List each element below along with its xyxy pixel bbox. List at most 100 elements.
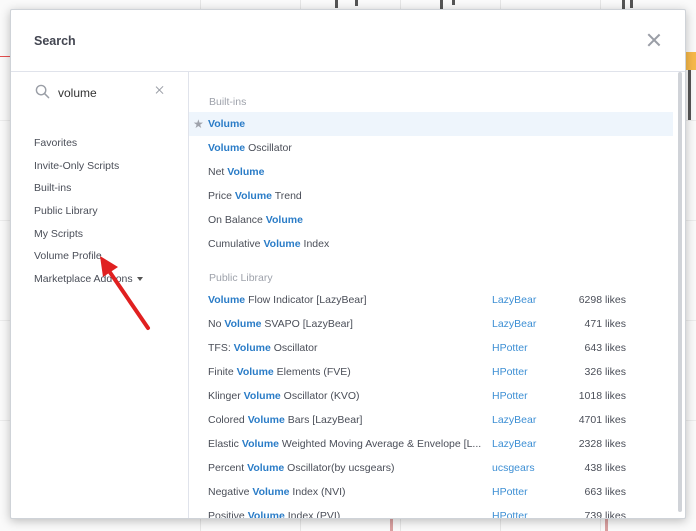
- search-input[interactable]: [58, 82, 153, 104]
- result-name-suffix: Oscillator(by ucsgears): [284, 462, 395, 474]
- result-author-link[interactable]: HPotter: [492, 390, 528, 402]
- result-likes: 6298 likes: [578, 294, 626, 306]
- result-name-match: Volume: [236, 366, 274, 378]
- favorite-star-icon[interactable]: ★: [193, 117, 204, 131]
- result-name-prefix: On Balance: [208, 214, 266, 226]
- result-name-prefix: Positive: [208, 510, 248, 519]
- section-header-public-library: Public Library: [209, 272, 273, 284]
- category-favorites[interactable]: Favorites: [34, 137, 77, 149]
- result-name-prefix: Percent: [208, 462, 248, 474]
- result-name-match: Volume: [208, 294, 246, 306]
- result-name-match: Volume: [265, 214, 303, 226]
- result-likes: 1018 likes: [578, 390, 626, 402]
- result-name: On Balance Volume: [208, 214, 303, 226]
- result-name-match: Volume: [243, 390, 281, 402]
- result-name-prefix: TFS:: [208, 342, 234, 354]
- result-name: Finite Volume Elements (FVE): [208, 366, 351, 378]
- result-row-builtin[interactable]: Volume Oscillator: [189, 136, 673, 160]
- result-author-link[interactable]: ucsgears: [492, 462, 535, 474]
- dialog-title: Search: [34, 34, 76, 48]
- result-name-suffix: Elements (FVE): [273, 366, 351, 378]
- result-likes: 739 likes: [584, 510, 626, 519]
- section-header-built-ins: Built-ins: [209, 96, 247, 108]
- category-my-scripts[interactable]: My Scripts: [34, 228, 83, 240]
- result-name: TFS: Volume Oscillator: [208, 342, 318, 354]
- result-row-library[interactable]: No Volume SVAPO [LazyBear] LazyBear 471 li…: [189, 312, 673, 336]
- result-row-library[interactable]: Percent Volume Oscillator(by ucsgears) uc…: [189, 456, 673, 480]
- result-name: Elastic Volume Weighted Moving Average &…: [208, 438, 481, 450]
- result-row-builtin[interactable]: On Balance Volume: [189, 208, 673, 232]
- close-icon[interactable]: [643, 30, 665, 52]
- result-row-library[interactable]: Finite Volume Elements (FVE) HPotter 326 l…: [189, 360, 673, 384]
- result-name-suffix: Oscillator (KVO): [280, 390, 360, 402]
- result-name-match: Volume: [208, 118, 246, 130]
- result-name: No Volume SVAPO [LazyBear]: [208, 318, 353, 330]
- result-name-prefix: Klinger: [208, 390, 244, 402]
- result-row-library[interactable]: Colored Volume Bars [LazyBear] LazyBear 47…: [189, 408, 673, 432]
- annotation-arrow-icon: [100, 256, 150, 330]
- result-name: Negative Volume Index (NVI): [208, 486, 346, 498]
- result-name-prefix: Cumulative: [208, 238, 264, 250]
- result-author-link[interactable]: LazyBear: [492, 414, 536, 426]
- result-name-match: Volume: [247, 462, 285, 474]
- result-name-match: Volume: [247, 510, 285, 519]
- result-likes: 4701 likes: [578, 414, 626, 426]
- result-row-library[interactable]: Volume Flow Indicator [LazyBear] LazyBear…: [189, 288, 673, 312]
- result-name: Colored Volume Bars [LazyBear]: [208, 414, 362, 426]
- result-name-suffix: Weighted Moving Average & Envelope [L...: [279, 438, 482, 450]
- result-author-link[interactable]: HPotter: [492, 342, 528, 354]
- result-likes: 663 likes: [584, 486, 626, 498]
- category-volume-profile[interactable]: Volume Profile: [34, 250, 102, 262]
- result-name-match: Volume: [247, 414, 285, 426]
- result-name-prefix: Elastic: [208, 438, 242, 450]
- clear-search-icon[interactable]: [153, 84, 167, 98]
- result-name: Price Volume Trend: [208, 190, 302, 202]
- category-built-ins[interactable]: Built-ins: [34, 182, 71, 194]
- result-name-prefix: Net: [208, 166, 228, 178]
- result-name: Volume Flow Indicator [LazyBear]: [208, 294, 367, 306]
- result-name-suffix: Index (NVI): [289, 486, 346, 498]
- results-list: Built-ins ★ Volume Volume Oscillator Net Vo…: [189, 72, 685, 518]
- category-public-library[interactable]: Public Library: [34, 205, 98, 217]
- result-name-match: Volume: [252, 486, 290, 498]
- result-name-prefix: Negative: [208, 486, 253, 498]
- result-name-suffix: Flow Indicator [LazyBear]: [245, 294, 367, 306]
- results-scrollbar[interactable]: [678, 72, 682, 512]
- dialog-header: Search: [11, 10, 685, 72]
- result-name-suffix: Trend: [272, 190, 302, 202]
- result-name-match: Volume: [227, 166, 265, 178]
- result-row-library[interactable]: TFS: Volume Oscillator HPotter 643 likes: [189, 336, 673, 360]
- result-name-suffix: Oscillator: [270, 342, 318, 354]
- result-row-builtin[interactable]: Price Volume Trend: [189, 184, 673, 208]
- result-name: Volume Oscillator: [208, 142, 292, 154]
- result-name: Positive Volume Index (PVI): [208, 510, 341, 519]
- result-row-library[interactable]: Negative Volume Index (NVI) HPotter 663 li…: [189, 480, 673, 504]
- result-author-link[interactable]: HPotter: [492, 366, 528, 378]
- result-likes: 643 likes: [584, 342, 626, 354]
- result-row-builtin[interactable]: ★ Volume: [189, 112, 673, 136]
- result-name-prefix: Price: [208, 190, 235, 202]
- result-likes: 438 likes: [584, 462, 626, 474]
- result-row-builtin[interactable]: Cumulative Volume Index: [189, 232, 673, 256]
- result-row-library[interactable]: Positive Volume Index (PVI) HPotter 739 li…: [189, 504, 673, 519]
- result-name-prefix: Finite: [208, 366, 237, 378]
- result-author-link[interactable]: LazyBear: [492, 318, 536, 330]
- result-name-match: Volume: [234, 190, 272, 202]
- result-name-suffix: SVAPO [LazyBear]: [261, 318, 353, 330]
- result-name-match: Volume: [233, 342, 271, 354]
- result-author-link[interactable]: LazyBear: [492, 438, 536, 450]
- result-row-builtin[interactable]: Net Volume: [189, 160, 673, 184]
- result-author-link[interactable]: HPotter: [492, 486, 528, 498]
- result-name: Volume: [208, 118, 245, 130]
- result-row-library[interactable]: Klinger Volume Oscillator (KVO) HPotter 10…: [189, 384, 673, 408]
- search-box: [31, 82, 176, 112]
- result-author-link[interactable]: LazyBear: [492, 294, 536, 306]
- result-author-link[interactable]: HPotter: [492, 510, 528, 518]
- result-name: Klinger Volume Oscillator (KVO): [208, 390, 360, 402]
- result-name: Percent Volume Oscillator(by ucsgears): [208, 462, 395, 474]
- result-row-library[interactable]: Elastic Volume Weighted Moving Average &…: [189, 432, 673, 456]
- result-name-suffix: Index (PVI): [284, 510, 341, 519]
- result-name-suffix: Index: [300, 238, 330, 250]
- category-invite-only-scripts[interactable]: Invite-Only Scripts: [34, 160, 119, 172]
- result-name-prefix: No: [208, 318, 225, 330]
